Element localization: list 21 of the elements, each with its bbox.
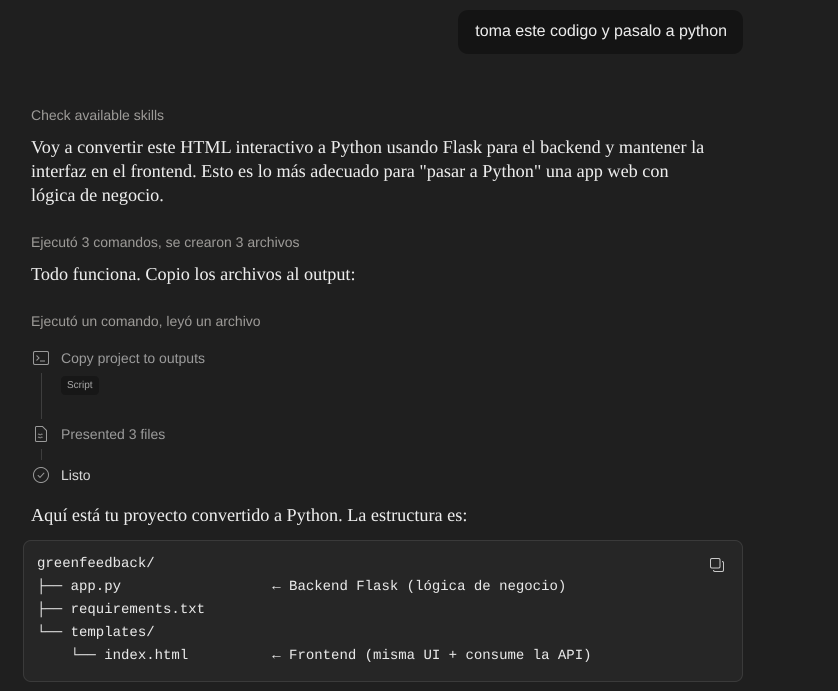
step-label: Listo [61, 466, 91, 485]
code-line: └── index.html ← Frontend (misma UI + consume la API) [70, 646, 592, 666]
activity-summary[interactable]: Ejecutó un comando, leyó un archivo [31, 311, 261, 331]
step-tag: Script [61, 376, 99, 395]
copy-icon [710, 558, 724, 572]
response-paragraph: Voy a convertir este HTML interactivo a Python usando Flask para el backend y mantener la interfaz en el frontend. Esto es lo más adecuado para "pasar a Python" una app web con lógica de negocio. [31, 136, 706, 207]
code-line: ├── app.py ← Backend Flask (lógica de negocio) [37, 577, 566, 597]
check-circle-icon [33, 467, 49, 483]
code-line: └── templates/ [37, 623, 155, 643]
user-message: toma este codigo y pasalo a python [458, 10, 743, 54]
activity-summary[interactable]: Ejecutó 3 comandos, se crearon 3 archivos [31, 232, 300, 252]
response-paragraph: Aquí está tu proyecto convertido a Python. La estructura es: [31, 504, 468, 527]
code-line: greenfeedback/ [37, 555, 155, 574]
copy-button[interactable] [710, 557, 724, 573]
code-line: ├── requirements.txt [37, 600, 206, 620]
terminal-icon [33, 351, 49, 365]
activity-summary[interactable]: Check available skills [31, 105, 164, 125]
file-icon [35, 426, 47, 442]
response-paragraph: Todo funciona. Copio los archivos al output: [31, 263, 357, 286]
step-label: Copy project to outputs [61, 349, 205, 368]
step-label: Presented 3 files [61, 425, 166, 444]
